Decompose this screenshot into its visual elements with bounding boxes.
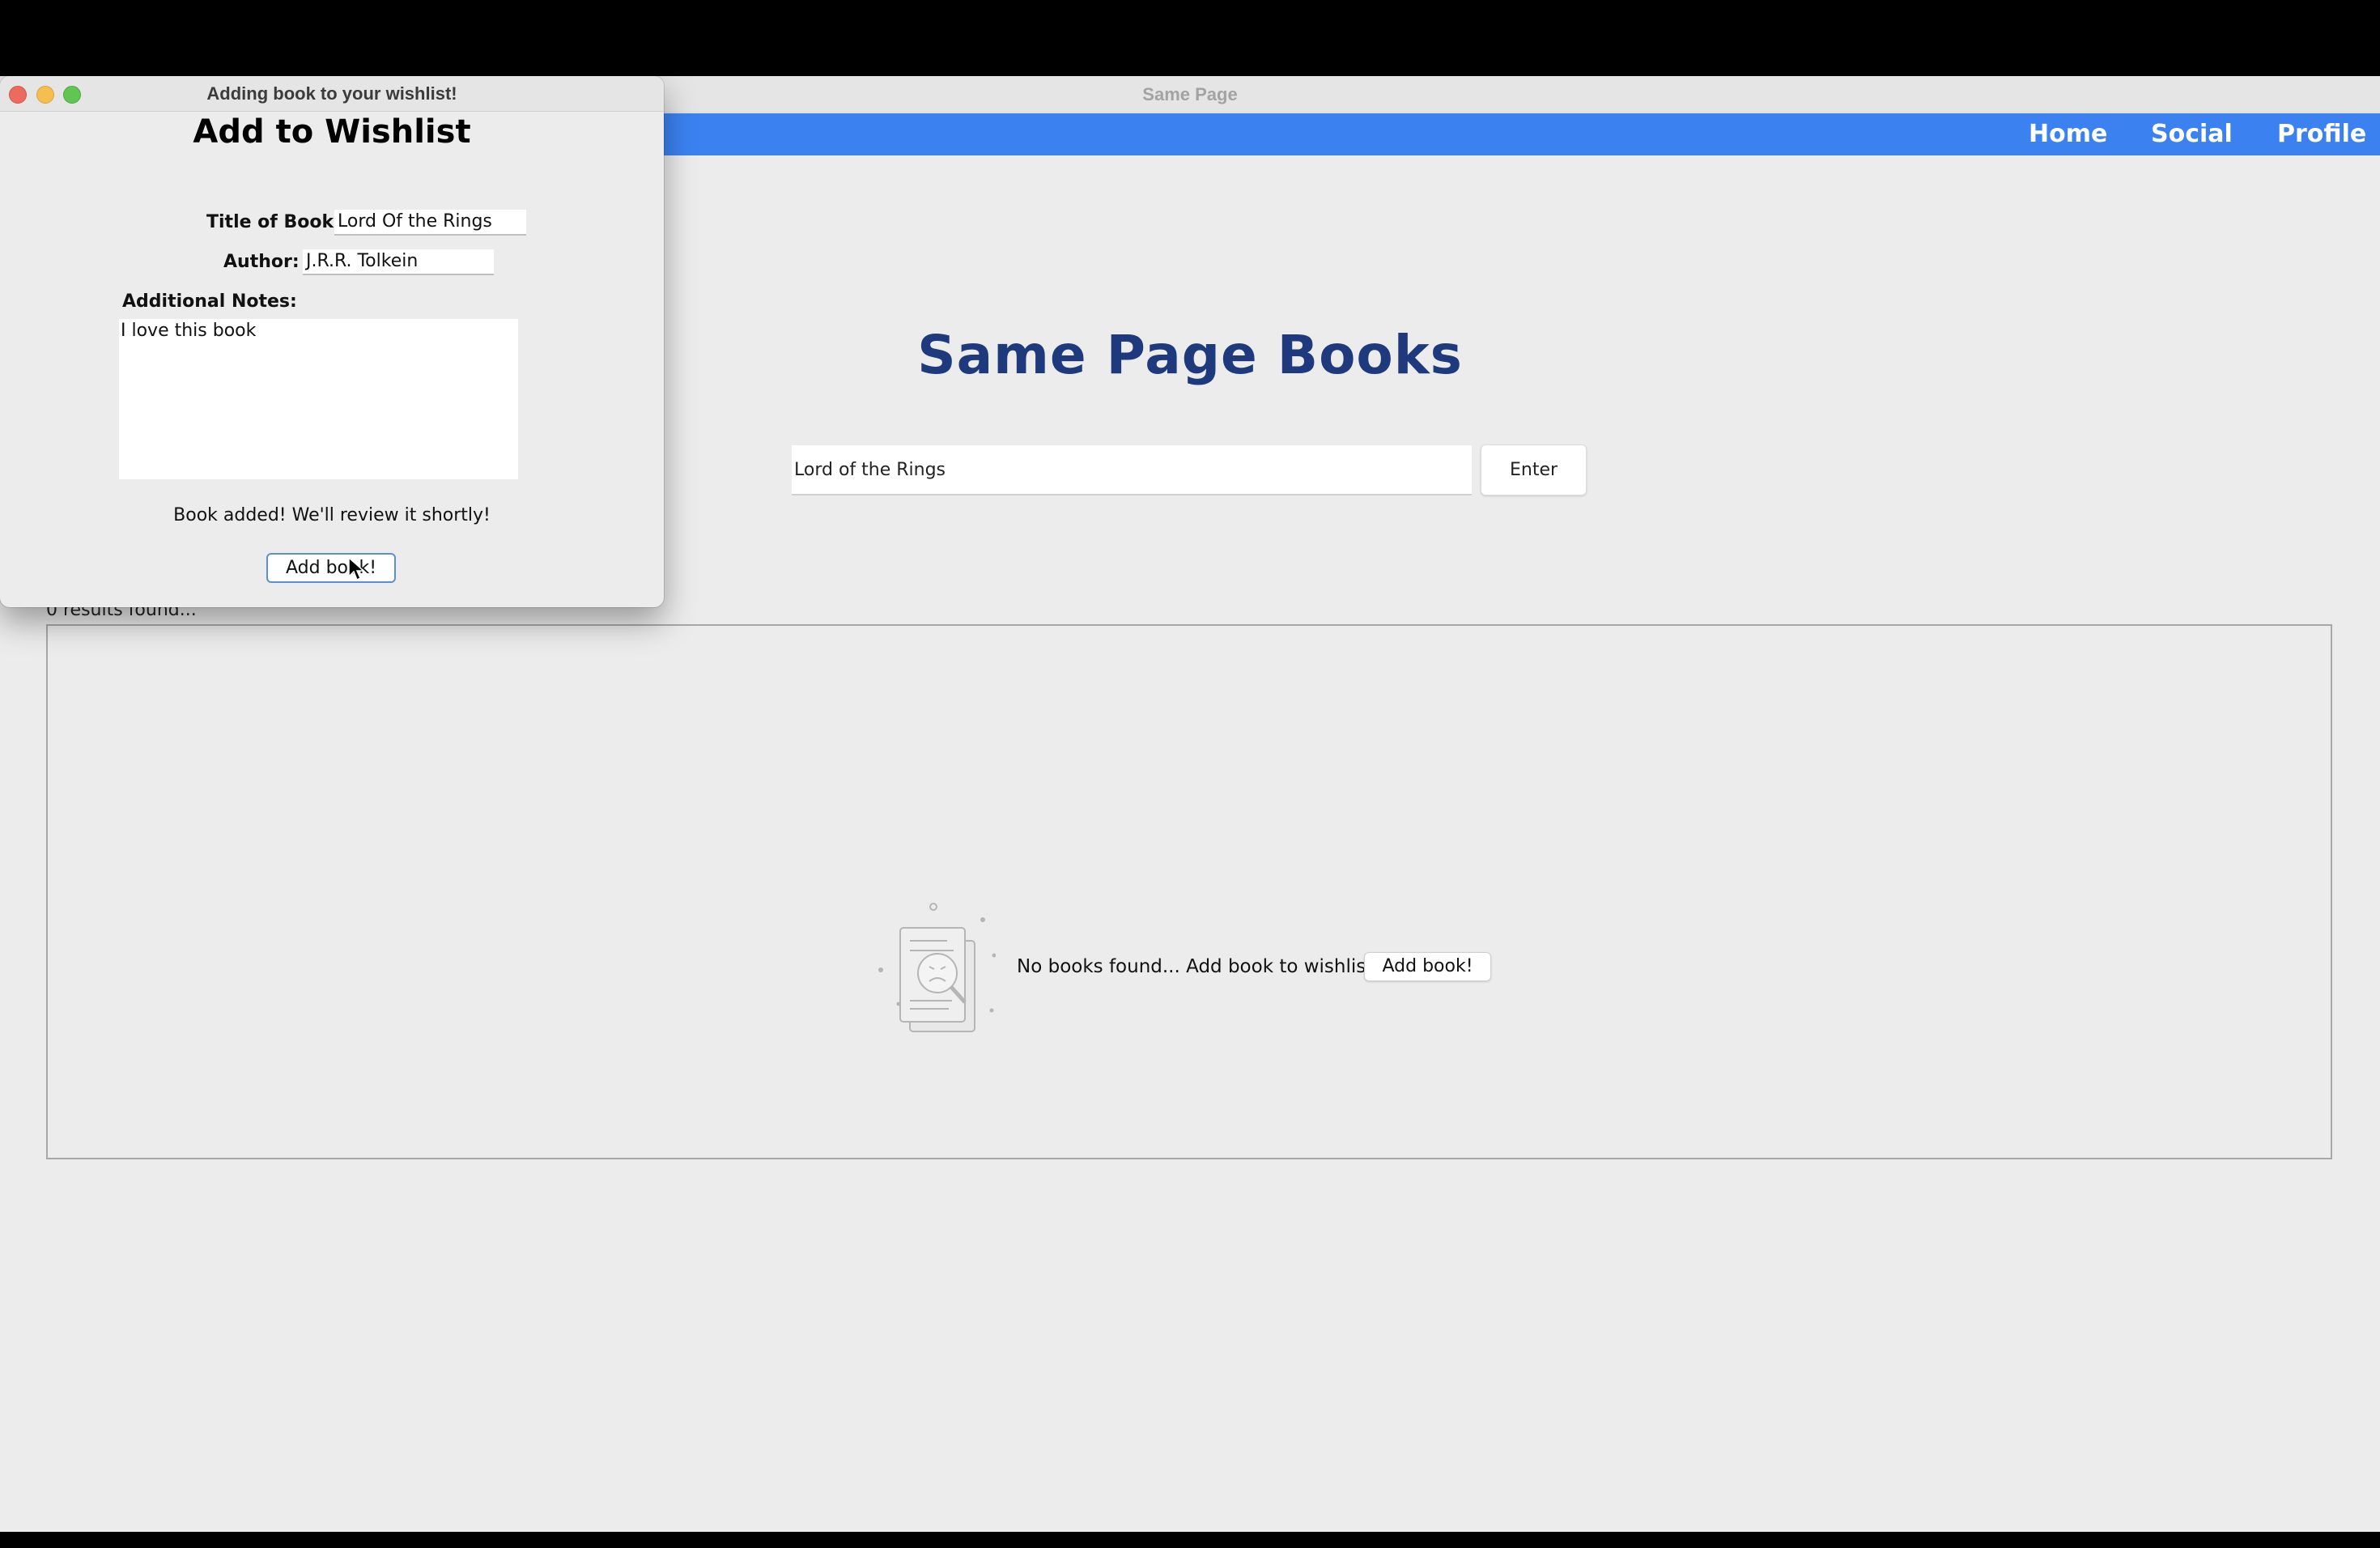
empty-state-message: No books found... Add book to wishlist? xyxy=(1017,956,1383,977)
empty-state-add-book-button[interactable]: Add book! xyxy=(1364,952,1491,981)
nav-home-link[interactable]: Home xyxy=(2029,113,2107,155)
add-to-wishlist-dialog: Adding book to your wishlist! Add to Wis… xyxy=(0,76,664,607)
additional-notes-label: Additional Notes: xyxy=(122,291,297,312)
enter-button[interactable]: Enter xyxy=(1481,444,1587,495)
book-title-field[interactable]: Lord Of the Rings xyxy=(334,210,526,236)
nav-social-link[interactable]: Social xyxy=(2151,113,2233,155)
dialog-heading: Add to Wishlist xyxy=(193,113,471,151)
mouse-cursor-icon xyxy=(348,557,365,581)
add-book-button[interactable]: Add book! xyxy=(266,553,396,583)
results-panel xyxy=(46,624,2332,1159)
screen-bottom-edge xyxy=(0,1532,2380,1548)
author-field[interactable]: J.R.R. Tolkein xyxy=(303,249,494,275)
dialog-window-title: Adding book to your wishlist! xyxy=(206,83,457,104)
status-message: Book added! We'll review it shortly! xyxy=(173,505,491,525)
no-results-icon xyxy=(878,903,996,1032)
nav-profile-link[interactable]: Profile xyxy=(2277,113,2366,155)
search-input[interactable]: Lord of the Rings xyxy=(792,445,1472,495)
book-title-label: Title of Book: xyxy=(206,212,341,232)
additional-notes-textarea[interactable]: I love this book xyxy=(119,319,518,479)
author-label: Author: xyxy=(223,252,300,272)
